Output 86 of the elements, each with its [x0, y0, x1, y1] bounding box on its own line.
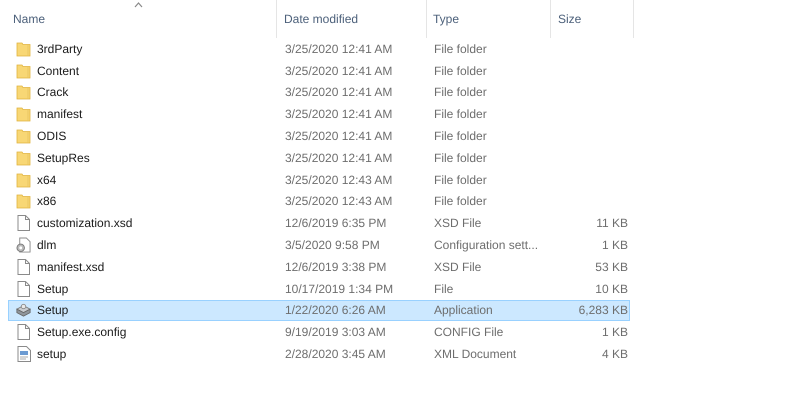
date-modified: 3/25/2020 12:43 AM — [285, 194, 392, 208]
file-name: Setup — [37, 282, 68, 296]
gear-document-icon — [16, 237, 31, 254]
file-size: 4 KB — [602, 347, 628, 362]
file-size: 6,283 KB — [578, 303, 628, 318]
file-type: File folder — [434, 42, 487, 56]
document-icon — [17, 215, 30, 232]
column-header[interactable]: Name — [13, 12, 46, 26]
folder-icon — [16, 40, 31, 57]
folder-icon — [16, 62, 31, 79]
file-type: File folder — [434, 150, 487, 165]
application-icon — [16, 302, 31, 318]
file-size: 1 KB — [602, 325, 628, 340]
file-size: 53 KB — [595, 260, 628, 274]
file-name: x64 — [37, 172, 56, 187]
file-size: 1 KB — [602, 238, 628, 252]
file-type: File folder — [434, 64, 487, 78]
column-header[interactable]: Size — [558, 12, 582, 26]
date-modified: 3/25/2020 12:41 AM — [285, 64, 392, 78]
file-name: Crack — [37, 85, 68, 100]
date-modified: 1/22/2020 6:26 AM — [285, 303, 386, 318]
file-name: SetupRes — [37, 150, 90, 165]
date-modified: 9/19/2019 3:03 AM — [285, 325, 386, 340]
date-modified: 3/5/2020 9:58 PM — [285, 238, 380, 252]
file-row[interactable]: setup 2/28/2020 3:45 AM XML Document 4 KB — [8, 343, 630, 365]
folder-icon — [16, 106, 31, 122]
folder-icon — [16, 172, 31, 188]
file-name: Setup — [37, 303, 68, 318]
file-row[interactable]: x64 3/25/2020 12:43 AM File folder — [8, 168, 630, 191]
folder-icon — [16, 150, 31, 166]
folder-icon — [16, 128, 31, 144]
date-modified: 3/25/2020 12:41 AM — [285, 42, 392, 56]
file-type: XSD File — [434, 260, 482, 274]
file-row[interactable]: x86 3/25/2020 12:43 AM File folder — [8, 190, 630, 212]
file-name: Setup.exe.config — [37, 325, 126, 340]
date-modified: 3/25/2020 12:43 AM — [285, 172, 392, 187]
folder-icon — [16, 84, 31, 100]
file-type: File — [434, 282, 454, 296]
file-row[interactable]: Setup 10/17/2019 1:34 PM File 10 KB — [8, 278, 630, 300]
file-type: File folder — [434, 107, 487, 122]
file-name: dlm — [37, 238, 56, 252]
column-header[interactable]: Type — [433, 12, 460, 26]
file-name: customization.xsd — [37, 216, 132, 230]
file-row[interactable]: SetupRes 3/25/2020 12:41 AM File folder — [8, 146, 630, 169]
file-type: File folder — [434, 194, 487, 208]
folder-icon — [16, 193, 31, 210]
document-icon — [17, 258, 30, 275]
file-row[interactable]: dlm 3/5/2020 9:58 PM Configuration sett... 1 KB — [8, 234, 630, 256]
file-size: 11 KB — [596, 216, 628, 230]
file-row[interactable]: customization.xsd 12/6/2019 6:35 PM XSD File 11 KB — [8, 212, 630, 234]
file-type: Configuration sett... — [434, 238, 538, 252]
file-name: manifest — [37, 107, 82, 122]
date-modified: 3/25/2020 12:41 AM — [285, 129, 392, 144]
document-icon — [17, 324, 30, 340]
file-name: manifest.xsd — [37, 260, 104, 274]
file-name: setup — [37, 347, 66, 362]
file-type: XML Document — [434, 347, 516, 362]
xml-document-icon — [16, 346, 30, 362]
document-icon — [17, 280, 30, 297]
file-row[interactable]: ODIS 3/25/2020 12:41 AM File folder — [8, 125, 630, 147]
file-type: File folder — [434, 129, 487, 144]
file-row[interactable]: Setup 1/22/2020 6:26 AM Application 6,283 KB — [8, 300, 630, 322]
date-modified: 3/25/2020 12:41 AM — [285, 150, 392, 165]
date-modified: 10/17/2019 1:34 PM — [285, 282, 394, 296]
file-type: XSD File — [434, 216, 482, 230]
date-modified: 12/6/2019 3:38 PM — [285, 260, 386, 274]
file-type: File folder — [434, 172, 487, 187]
file-size: 10 KB — [595, 282, 628, 296]
date-modified: 3/25/2020 12:41 AM — [285, 85, 392, 100]
file-row[interactable]: Content 3/25/2020 12:41 AM File folder — [8, 60, 630, 82]
date-modified: 3/25/2020 12:41 AM — [285, 107, 392, 122]
file-row[interactable]: manifest.xsd 12/6/2019 3:38 PM XSD File 53 KB — [8, 256, 630, 278]
file-row[interactable]: 3rdParty 3/25/2020 12:41 AM File folder — [8, 38, 630, 60]
file-type: Application — [434, 303, 493, 318]
file-row[interactable]: manifest 3/25/2020 12:41 AM File folder — [8, 103, 630, 126]
file-type: File folder — [434, 85, 487, 100]
date-modified: 12/6/2019 6:35 PM — [285, 216, 386, 230]
file-row[interactable]: Crack 3/25/2020 12:41 AM File folder — [8, 82, 630, 104]
file-name: x86 — [37, 194, 56, 208]
file-name: Content — [37, 64, 80, 78]
file-name: ODIS — [37, 129, 66, 144]
column-header[interactable]: Date modified — [284, 12, 358, 26]
file-name: 3rdParty — [37, 42, 82, 56]
date-modified: 2/28/2020 3:45 AM — [285, 347, 386, 362]
file-row[interactable]: Setup.exe.config 9/19/2019 3:03 AM CONFIG File 1 KB — [8, 321, 630, 344]
file-type: CONFIG File — [434, 325, 504, 340]
